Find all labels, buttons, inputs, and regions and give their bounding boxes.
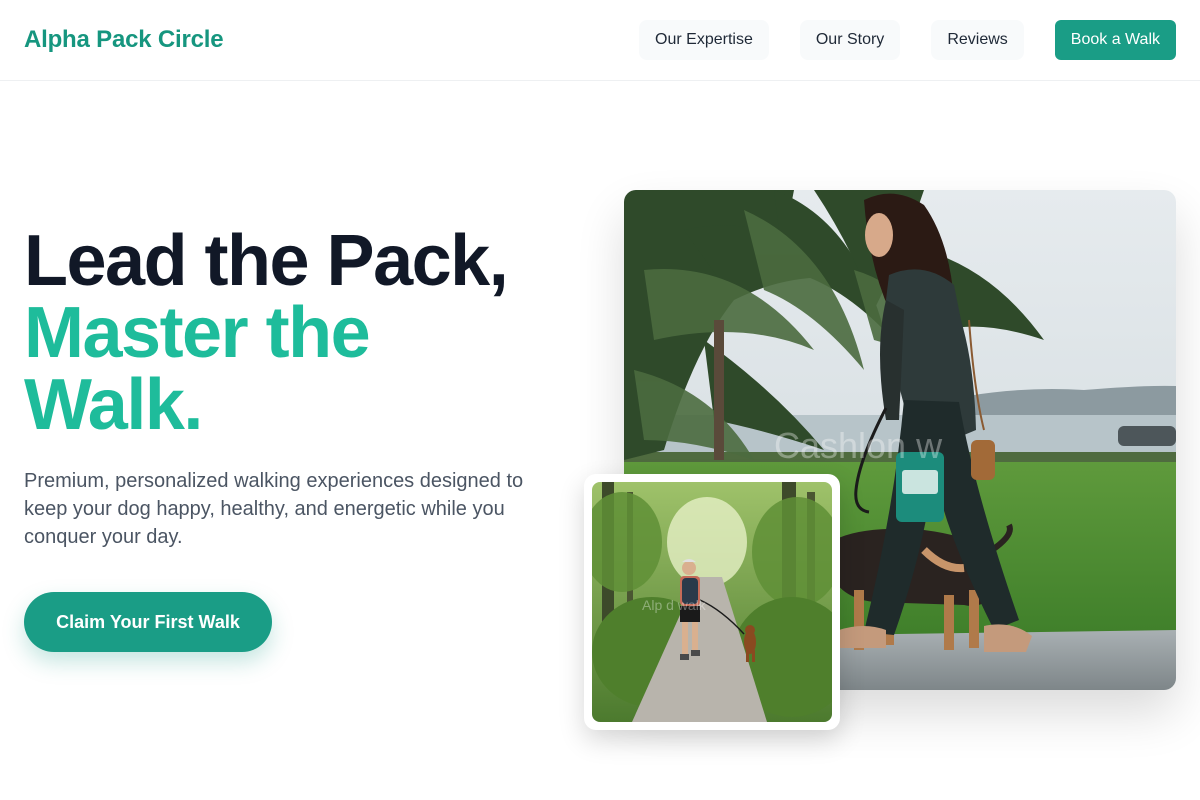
nav-link-story[interactable]: Our Story: [799, 20, 901, 60]
claim-first-walk-button[interactable]: Claim Your First Walk: [24, 592, 272, 652]
hero-headline: Lead the Pack, Master the Walk.: [24, 225, 564, 441]
main-nav: Our Expertise Our Story Reviews Book a W…: [639, 20, 1176, 60]
hero-photo-inset: Alp d walk: [584, 474, 840, 730]
headline-line-3: Walk.: [24, 365, 203, 445]
forest-trail-image: Alp d walk: [592, 482, 832, 722]
hero-subtext: Premium, personalized walking experience…: [24, 470, 524, 548]
brand-logo[interactable]: Alpha Pack Circle: [24, 26, 224, 54]
book-walk-button[interactable]: Book a Walk: [1054, 20, 1176, 60]
nav-link-expertise[interactable]: Our Expertise: [639, 20, 769, 60]
nav-link-reviews[interactable]: Reviews: [931, 20, 1024, 60]
headline-line-2: Master the: [24, 293, 371, 373]
headline-line-1: Lead the Pack,: [24, 221, 509, 301]
site-header: Alpha Pack Circle Our Expertise Our Stor…: [0, 0, 1200, 81]
inset-photo-watermark: Alp d walk: [642, 597, 707, 613]
hero-section: Lead the Pack, Master the Walk. Premium,…: [24, 225, 564, 551]
main-photo-watermark: Cashlon w: [774, 425, 943, 466]
